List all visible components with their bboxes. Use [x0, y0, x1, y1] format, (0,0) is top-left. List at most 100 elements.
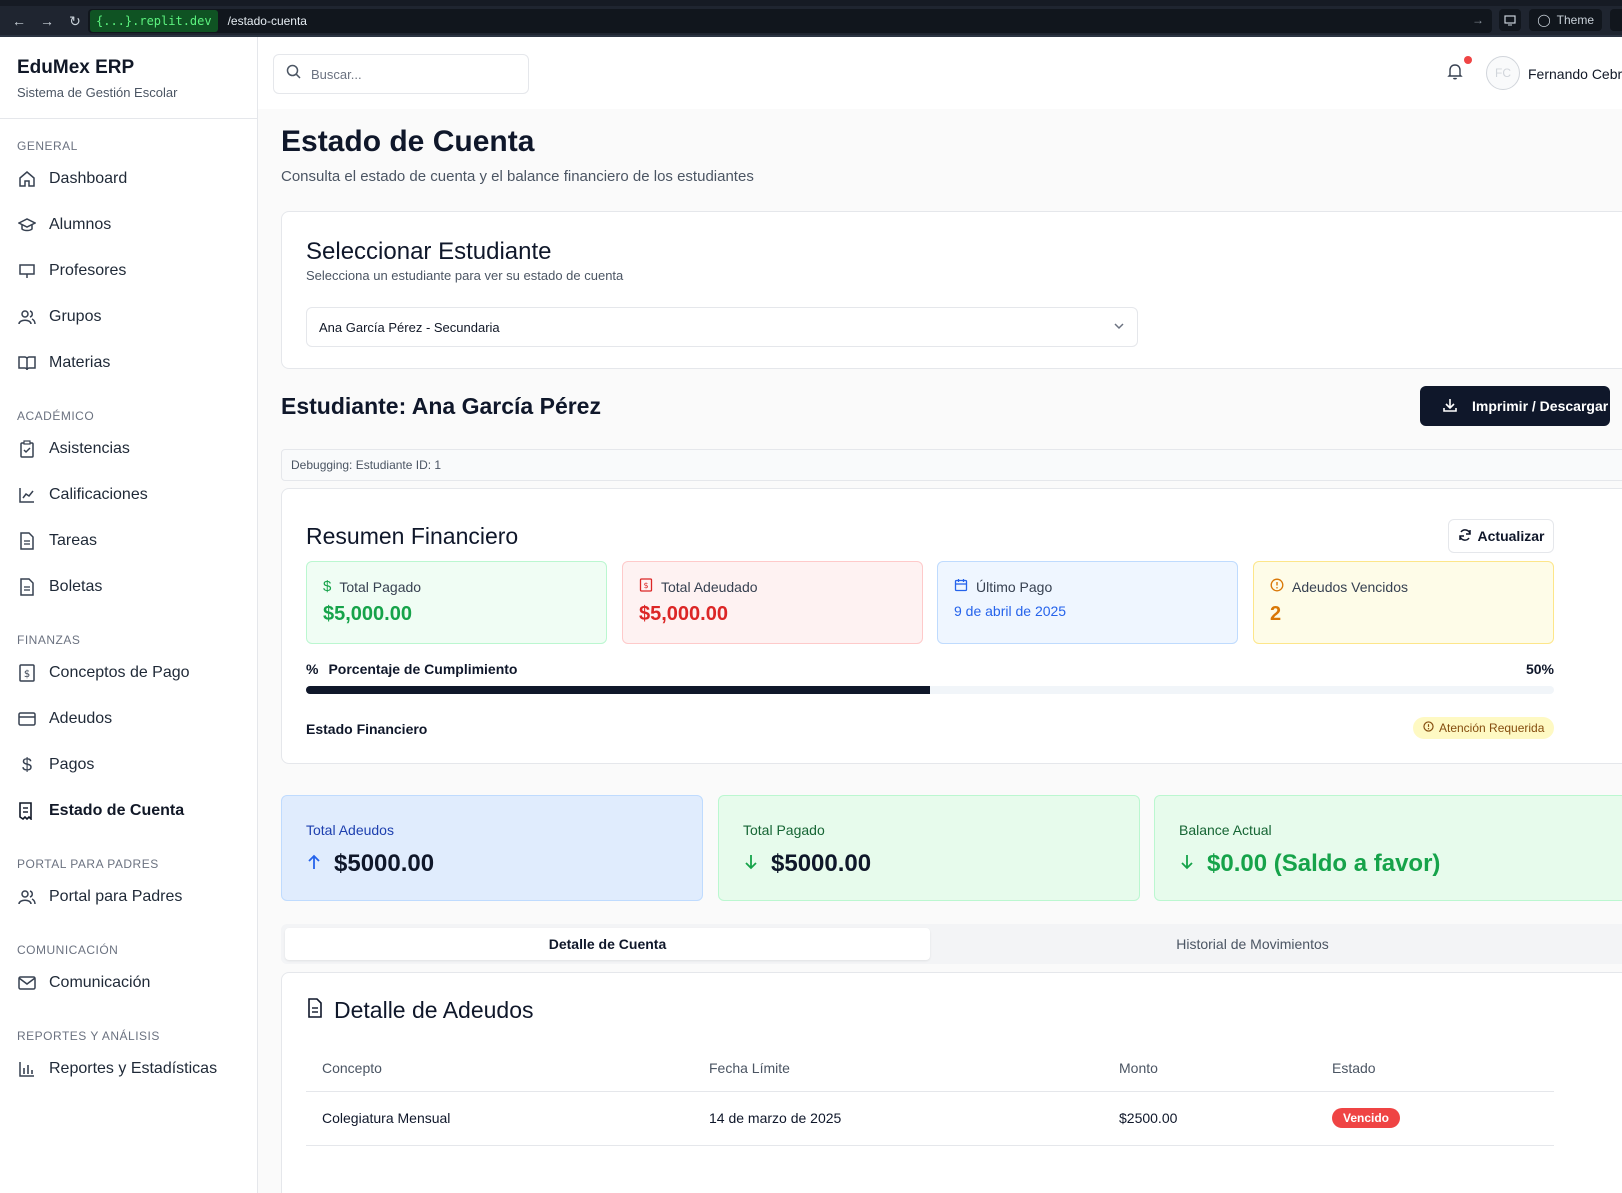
table-header-row: Concepto Fecha Límite Monto Estado — [306, 1045, 1554, 1092]
arrow-down-icon — [1179, 850, 1195, 878]
reload-icon[interactable]: ↻ — [66, 12, 84, 30]
cell-empty — [306, 1145, 693, 1193]
column-header[interactable]: Monto — [1103, 1045, 1316, 1092]
total-pagado-value: $5000.00 — [771, 850, 872, 877]
account-tabs: Detalle de Cuenta Historial de Movimient… — [281, 924, 1622, 964]
tab-historial[interactable]: Historial de Movimientos — [930, 928, 1575, 960]
sidebar-item-label: Dashboard — [49, 170, 128, 187]
stat-ultimo-pago: Último Pago 9 de abril de 2025 — [937, 561, 1238, 644]
column-header[interactable]: Concepto — [306, 1045, 693, 1092]
palette-icon: ◯ — [1537, 13, 1551, 27]
balance-label: Balance Actual — [1179, 822, 1272, 838]
sidebar-nav: GENERAL Dashboard Alumnos Profesores Gru… — [0, 139, 257, 1089]
print-download-button[interactable]: Imprimir / Descargar — [1420, 386, 1610, 426]
sidebar-item-label: Estado de Cuenta — [49, 802, 185, 819]
detail-title-row: Detalle de Adeudos — [306, 997, 534, 1024]
address-bar[interactable]: {...}.replit.dev /estado-cuenta → — [88, 9, 1492, 33]
section-academico: ACADÉMICO — [17, 409, 95, 423]
receipt-text-icon — [17, 801, 37, 821]
financial-status-label: Estado Financiero — [306, 721, 428, 737]
column-header[interactable]: Estado — [1316, 1045, 1554, 1092]
sidebar-item-estado-cuenta[interactable]: Estado de Cuenta — [0, 791, 257, 831]
sidebar-item-label: Asistencias — [49, 440, 130, 457]
notifications-button[interactable] — [1446, 56, 1472, 84]
cell-fecha: 14 de marzo de 2025 — [693, 1091, 1103, 1146]
search-input[interactable] — [311, 66, 511, 82]
stat-label: Adeudos Vencidos — [1292, 578, 1408, 595]
sidebar-item-label: Boletas — [49, 578, 103, 595]
sidebar-item-boletas[interactable]: Boletas — [0, 567, 257, 607]
section-reportes: REPORTES Y ANÁLISIS — [17, 1029, 160, 1043]
app-subtitle: Sistema de Gestión Escolar — [17, 85, 178, 100]
user-name[interactable]: Fernando Cebre — [1528, 66, 1622, 82]
bar-chart-icon — [17, 1059, 37, 1079]
open-arrow-icon[interactable]: → — [1472, 13, 1484, 27]
select-student-card: Seleccionar Estudiante Selecciona un est… — [281, 211, 1622, 369]
browser-actions: ◯ Theme — [1499, 9, 1622, 31]
alert-circle-icon — [1270, 578, 1284, 595]
back-icon[interactable]: ← — [10, 12, 28, 30]
sidebar-item-label: Adeudos — [49, 710, 113, 727]
svg-text:$: $ — [24, 669, 30, 680]
top-bar: FC Fernando Cebre — [258, 37, 1622, 109]
dollar-icon: $ — [323, 578, 332, 595]
stat-total-pagado: $ Total Pagado $5,000.00 — [306, 561, 607, 644]
arrow-up-icon — [306, 850, 322, 878]
sidebar-item-label: Portal para Padres — [49, 888, 183, 905]
brand: EduMex ERP Sistema de Gestión Escolar — [0, 37, 257, 119]
forward-icon[interactable]: → — [38, 12, 56, 30]
sidebar-item-pagos[interactable]: $ Pagos — [0, 745, 257, 785]
search-box[interactable] — [273, 54, 529, 94]
tab-detalle[interactable]: Detalle de Cuenta — [285, 928, 930, 960]
svg-text:$: $ — [643, 581, 648, 590]
stat-value: $5,000.00 — [323, 603, 412, 625]
sidebar-item-reportes[interactable]: Reportes y Estadísticas — [0, 1049, 257, 1089]
sidebar-item-adeudos[interactable]: Adeudos — [0, 699, 257, 739]
sidebar-item-conceptos[interactable]: $ Conceptos de Pago — [0, 653, 257, 693]
avatar[interactable]: FC — [1486, 56, 1520, 90]
sidebar-item-grupos[interactable]: Grupos — [0, 297, 257, 337]
sidebar-item-materias[interactable]: Materias — [0, 343, 257, 383]
sidebar-item-alumnos[interactable]: Alumnos — [0, 205, 257, 245]
main-content: Estado de Cuenta Consulta el estado de c… — [258, 109, 1622, 1193]
file-text-icon — [17, 577, 37, 597]
stat-label: Último Pago — [976, 578, 1053, 595]
book-open-icon — [17, 353, 37, 373]
sidebar-item-label: Profesores — [49, 262, 127, 279]
column-header[interactable]: Fecha Límite — [693, 1045, 1103, 1092]
tab-strip — [0, 0, 1622, 6]
table-row-partial — [306, 1145, 1554, 1193]
url-host: {...}.replit.dev — [90, 10, 218, 32]
users-icon — [17, 887, 37, 907]
balance-card: Balance Actual $0.00 (Saldo a favor) — [1154, 795, 1622, 901]
stat-label: Total Pagado — [339, 578, 422, 595]
sidebar-item-comunicacion[interactable]: Comunicación — [0, 963, 257, 1003]
stat-adeudos-vencidos: Adeudos Vencidos 2 — [1253, 561, 1554, 644]
url-path: /estado-cuenta — [227, 14, 307, 28]
card-title: Seleccionar Estudiante — [306, 238, 552, 265]
sidebar-item-tareas[interactable]: Tareas — [0, 521, 257, 561]
sidebar-item-asistencias[interactable]: Asistencias — [0, 429, 257, 469]
receipt-icon: $ — [639, 578, 653, 595]
debts-table: Concepto Fecha Límite Monto Estado Coleg… — [306, 1045, 1554, 1193]
table-row[interactable]: Colegiatura Mensual 14 de marzo de 2025 … — [306, 1091, 1554, 1146]
balance-value: $0.00 (Saldo a favor) — [1207, 850, 1441, 877]
sidebar-item-profesores[interactable]: Profesores — [0, 251, 257, 291]
sidebar-item-label: Calificaciones — [49, 486, 148, 503]
mail-icon — [17, 973, 37, 993]
student-select-value: Ana García Pérez - Secundaria — [319, 319, 500, 335]
student-heading: Estudiante: Ana García Pérez — [281, 393, 601, 419]
devices-icon[interactable] — [1499, 9, 1522, 31]
tools-icon[interactable] — [1610, 9, 1622, 31]
total-adeudos-card: Total Adeudos $5000.00 — [281, 795, 703, 901]
financial-summary-card: Resumen Financiero Actualizar $ Total Pag… — [281, 488, 1622, 764]
cell-concepto: Colegiatura Mensual — [306, 1091, 693, 1146]
theme-button[interactable]: ◯ Theme — [1529, 9, 1602, 31]
sidebar-item-dashboard[interactable]: Dashboard — [0, 159, 257, 199]
refresh-button[interactable]: Actualizar — [1448, 519, 1554, 553]
section-finanzas: FINANZAS — [17, 633, 81, 647]
sidebar-item-calificaciones[interactable]: Calificaciones — [0, 475, 257, 515]
sidebar-item-portal-padres[interactable]: Portal para Padres — [0, 877, 257, 917]
cell-empty — [1103, 1145, 1316, 1193]
student-select[interactable]: Ana García Pérez - Secundaria — [306, 307, 1138, 347]
